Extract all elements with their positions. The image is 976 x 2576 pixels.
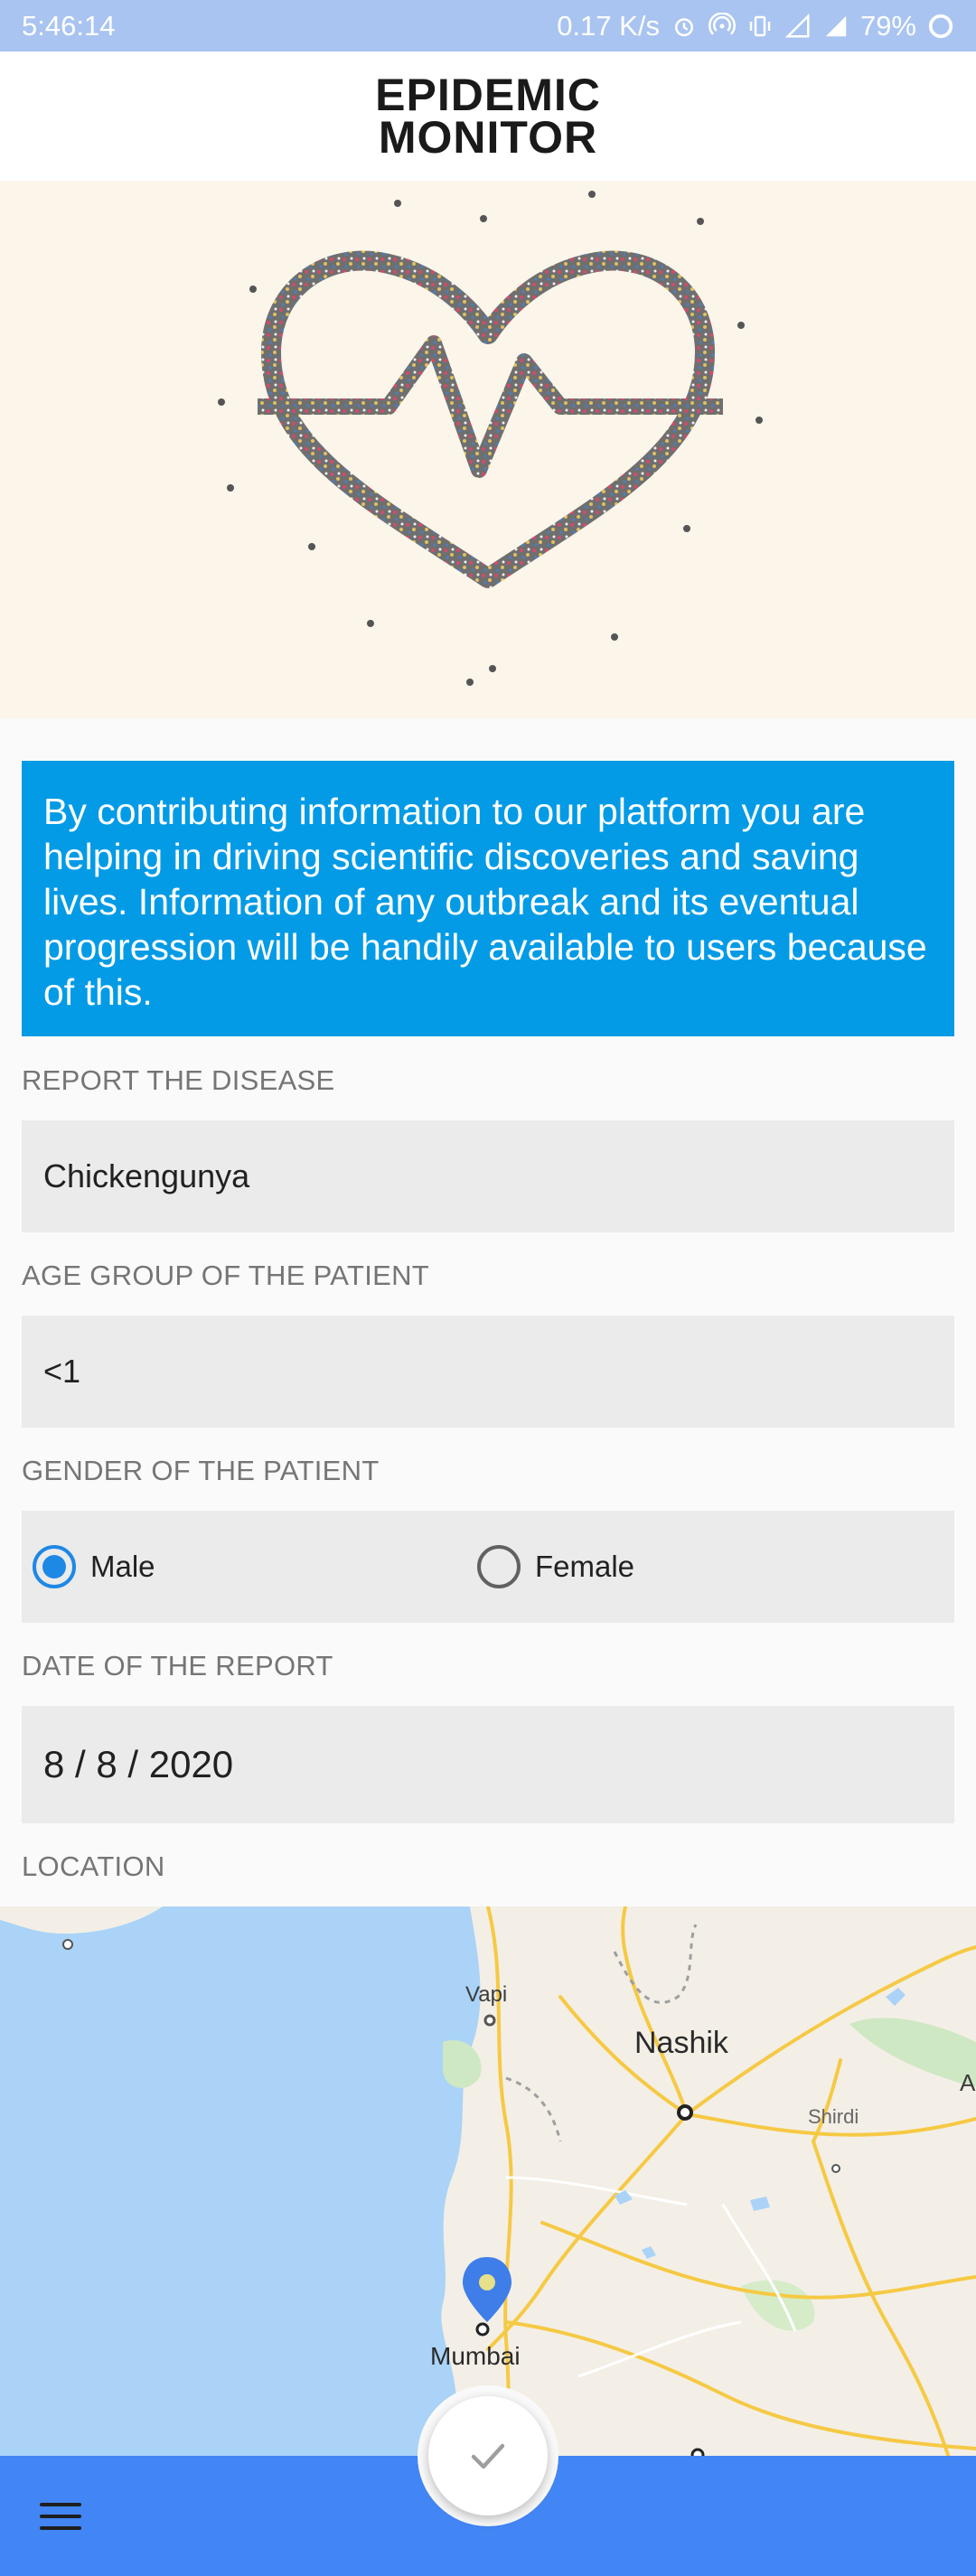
crowd-heart-illustration bbox=[218, 191, 763, 686]
app-header: EPIDEMIC MONITOR bbox=[0, 52, 976, 181]
map-label-shirdi: Shirdi bbox=[808, 2105, 859, 2128]
logo-line-2: MONITOR bbox=[378, 111, 598, 163]
hero-image bbox=[0, 181, 976, 718]
location-label: LOCATION bbox=[22, 1850, 165, 1882]
battery-icon bbox=[928, 14, 953, 38]
date-label: DATE OF THE REPORT bbox=[22, 1650, 333, 1681]
map-label-vapi: Vapi bbox=[465, 1982, 508, 2007]
gender-option-male-label: Male bbox=[90, 1550, 155, 1583]
logo-line-1: EPIDEMIC bbox=[375, 69, 601, 120]
disease-value: Chickengunya bbox=[43, 1157, 250, 1194]
info-banner: By contributing information to our platf… bbox=[22, 761, 954, 1036]
status-icons: 0.17 K/s 79% bbox=[557, 10, 954, 42]
date-picker[interactable]: 8 / 8 / 2020 bbox=[22, 1706, 954, 1823]
alarm-icon bbox=[674, 17, 693, 36]
hotspot-icon bbox=[709, 12, 736, 35]
app-logo: EPIDEMIC MONITOR bbox=[375, 69, 601, 163]
gender-label: GENDER OF THE PATIENT bbox=[22, 1455, 380, 1486]
date-value: 8 / 8 / 2020 bbox=[43, 1743, 234, 1785]
location-map[interactable]: Vapi Nashik Shirdi Mumbai A bbox=[0, 1906, 976, 2458]
checkmark-icon bbox=[471, 2443, 505, 2469]
signal-icon bbox=[784, 13, 810, 37]
gender-radio-group: Male Female bbox=[22, 1511, 954, 1623]
radio-selected-icon[interactable] bbox=[33, 1545, 76, 1588]
vibrate-icon bbox=[749, 15, 771, 36]
status-bar: 5:46:14 0.17 K/s 79% bbox=[0, 0, 976, 52]
menu-icon[interactable] bbox=[40, 2503, 81, 2530]
map-label-mumbai: Mumbai bbox=[430, 2342, 521, 2370]
map-label-nashik: Nashik bbox=[634, 2026, 728, 2060]
age-group-select[interactable]: <1 bbox=[22, 1316, 954, 1428]
submit-button[interactable] bbox=[428, 2396, 548, 2515]
battery-percent: 79% bbox=[859, 9, 916, 42]
disease-label: REPORT THE DISEASE bbox=[22, 1064, 335, 1096]
gender-option-male[interactable]: Male bbox=[33, 1545, 488, 1588]
gender-option-female-label: Female bbox=[535, 1550, 635, 1583]
signal-4g-icon bbox=[825, 15, 847, 36]
disease-select[interactable]: Chickengunya bbox=[22, 1120, 954, 1232]
age-group-label: AGE GROUP OF THE PATIENT bbox=[22, 1260, 430, 1291]
map-label-edge: A bbox=[960, 2069, 976, 2096]
network-speed: 0.17 K/s bbox=[557, 9, 660, 42]
status-time: 5:46:14 bbox=[22, 9, 116, 42]
gender-option-female[interactable]: Female bbox=[477, 1545, 933, 1588]
radio-unselected-icon[interactable] bbox=[477, 1545, 521, 1588]
age-group-value: <1 bbox=[43, 1353, 81, 1390]
